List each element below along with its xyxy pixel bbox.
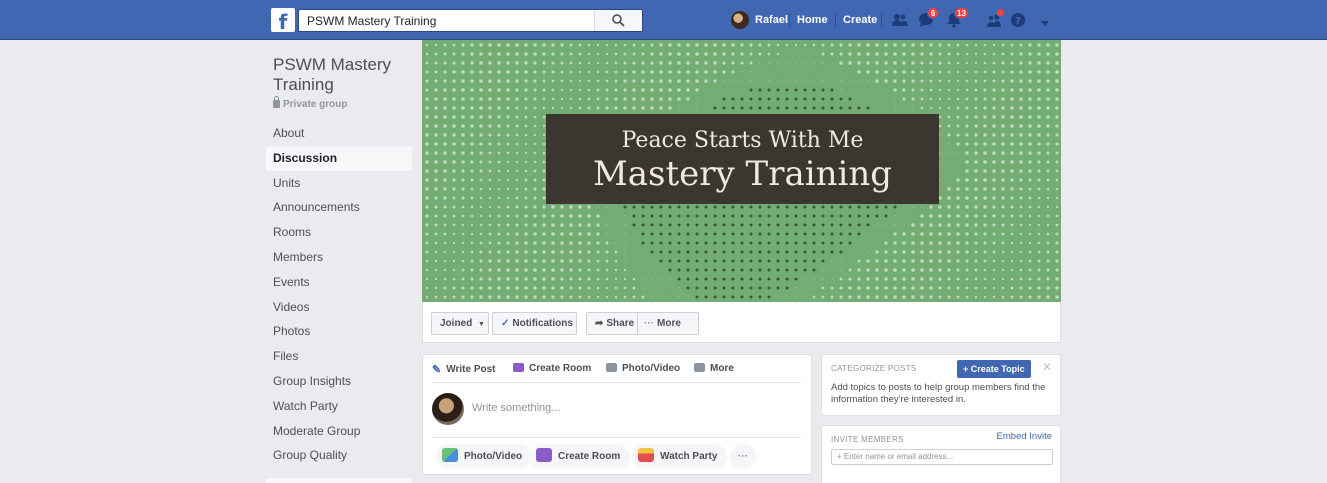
sidebar-item-watch-party[interactable]: Watch Party bbox=[266, 394, 412, 419]
tab-write-post-label: Write Post bbox=[446, 364, 496, 375]
checkmark-icon: ✓ bbox=[501, 318, 510, 329]
sidebar-item-events[interactable]: Events bbox=[266, 270, 412, 295]
groups-icon[interactable] bbox=[986, 8, 1005, 28]
more-options-button[interactable]: ··· bbox=[730, 444, 756, 469]
popcorn-icon bbox=[638, 448, 654, 462]
messenger-icon[interactable]: 6 bbox=[918, 7, 939, 28]
embed-invite-link[interactable]: Embed Invite bbox=[997, 431, 1052, 442]
more-label: More bbox=[657, 318, 681, 329]
sidebar-item-about[interactable]: About bbox=[266, 121, 412, 146]
lock-icon bbox=[273, 96, 280, 108]
search-icon bbox=[612, 14, 625, 27]
pencil-icon: ✎ bbox=[432, 364, 442, 376]
joined-button[interactable]: Joined ▼ bbox=[431, 312, 489, 335]
chevron-down-icon: ▼ bbox=[478, 321, 485, 328]
create-room-label: Create Room bbox=[558, 451, 621, 462]
more-grid-icon bbox=[694, 363, 705, 372]
sidebar-item-rooms[interactable]: Rooms bbox=[266, 220, 412, 245]
cover-title: Mastery Training bbox=[592, 154, 893, 194]
create-link[interactable]: Create bbox=[843, 14, 877, 26]
facebook-logo-icon[interactable]: f bbox=[271, 8, 295, 32]
share-arrow-icon: ➦ bbox=[595, 318, 604, 329]
help-icon[interactable]: ? bbox=[1010, 12, 1028, 28]
group-privacy-label: Private group bbox=[283, 99, 348, 110]
photo-video-label: Photo/Video bbox=[464, 451, 523, 462]
photo-video-icon bbox=[442, 448, 458, 462]
divider bbox=[881, 13, 882, 28]
notifications-badge: 13 bbox=[954, 7, 969, 19]
sidebar-item-members[interactable]: Members bbox=[266, 245, 412, 270]
notifications-button[interactable]: ✓ Notifications bbox=[492, 312, 577, 335]
card-description: Add topics to posts to help group member… bbox=[831, 382, 1046, 405]
watch-party-button[interactable]: Watch Party bbox=[632, 444, 728, 469]
card-title: INVITE MEMBERS bbox=[831, 435, 904, 444]
sidebar-item-videos[interactable]: Videos bbox=[266, 295, 412, 320]
sidebar-item-units[interactable]: Units bbox=[266, 171, 412, 196]
photo-icon bbox=[606, 363, 617, 372]
notifications-icon[interactable]: 13 bbox=[945, 7, 969, 28]
more-button[interactable]: ··· More bbox=[644, 313, 681, 334]
divider bbox=[433, 437, 801, 438]
cover-photo[interactable]: Peace Starts With Me Mastery Training bbox=[422, 40, 1061, 302]
close-icon[interactable]: ✕ bbox=[1042, 360, 1052, 374]
chevron-down-icon[interactable] bbox=[1040, 17, 1050, 26]
sidebar-item-moderate-group[interactable]: Moderate Group bbox=[266, 419, 412, 444]
sidebar-section bbox=[266, 478, 412, 483]
search-bar[interactable]: PSWM Mastery Training bbox=[298, 9, 643, 32]
search-input[interactable]: PSWM Mastery Training bbox=[307, 14, 436, 28]
tab-write-post[interactable]: ✎ Write Post bbox=[432, 363, 496, 376]
sidebar-item-files[interactable]: Files bbox=[266, 344, 412, 369]
top-navigation-bar: f PSWM Mastery Training Rafael Home Crea… bbox=[0, 0, 1327, 40]
sidebar-item-discussion[interactable]: Discussion bbox=[266, 145, 412, 171]
avatar bbox=[731, 11, 749, 29]
svg-text:?: ? bbox=[1015, 16, 1021, 27]
cover-title-box: Peace Starts With Me Mastery Training bbox=[546, 114, 939, 204]
tab-photo-video-label: Photo/Video bbox=[622, 363, 681, 374]
card-title: CATEGORIZE POSTS bbox=[831, 364, 917, 373]
avatar[interactable] bbox=[432, 393, 464, 425]
divider bbox=[835, 13, 836, 28]
tab-more-label: More bbox=[710, 363, 734, 374]
share-more-group: ➦ Share ··· More bbox=[586, 312, 699, 335]
group-sidebar-nav: About Discussion Units Announcements Roo… bbox=[266, 121, 412, 468]
categorize-posts-card: CATEGORIZE POSTS + Create Topic ✕ Add to… bbox=[821, 354, 1061, 416]
messages-badge: 6 bbox=[927, 7, 939, 19]
search-button[interactable] bbox=[594, 10, 642, 31]
friend-requests-icon[interactable] bbox=[891, 12, 909, 28]
group-action-bar: Joined ▼ ✓ Notifications ➦ Share ··· More bbox=[422, 302, 1061, 343]
joined-label: Joined bbox=[440, 318, 473, 329]
share-label: Share bbox=[606, 318, 635, 329]
cover-subtitle: Peace Starts With Me bbox=[621, 128, 864, 153]
divider bbox=[789, 13, 790, 28]
group-title[interactable]: PSWM Mastery Training bbox=[273, 55, 408, 95]
sidebar-item-announcements[interactable]: Announcements bbox=[266, 195, 412, 220]
post-input[interactable]: Write something... bbox=[472, 402, 560, 414]
post-composer: ✎ Write Post Create Room Photo/Video More… bbox=[422, 354, 812, 475]
watch-party-label: Watch Party bbox=[660, 451, 718, 462]
profile-name: Rafael bbox=[755, 14, 789, 26]
room-icon bbox=[513, 363, 524, 372]
tab-create-room[interactable]: Create Room bbox=[513, 363, 591, 374]
create-room-button[interactable]: Create Room bbox=[530, 444, 631, 469]
photo-video-button[interactable]: Photo/Video bbox=[436, 444, 533, 469]
room-icon bbox=[536, 448, 552, 462]
tab-create-room-label: Create Room bbox=[529, 363, 592, 374]
sidebar-item-photos[interactable]: Photos bbox=[266, 319, 412, 344]
group-privacy: Private group bbox=[273, 96, 348, 110]
sidebar-item-group-quality[interactable]: Group Quality bbox=[266, 443, 412, 468]
invite-members-card: INVITE MEMBERS Embed Invite + Enter name… bbox=[821, 425, 1061, 483]
divider bbox=[637, 313, 638, 334]
divider bbox=[433, 382, 801, 383]
home-link[interactable]: Home bbox=[797, 14, 828, 26]
share-button[interactable]: ➦ Share bbox=[595, 313, 634, 334]
tab-photo-video[interactable]: Photo/Video bbox=[606, 363, 680, 374]
groups-badge-dot bbox=[996, 8, 1005, 17]
create-topic-button[interactable]: + Create Topic bbox=[957, 360, 1031, 378]
tab-more[interactable]: More bbox=[694, 363, 734, 374]
more-dots-icon: ··· bbox=[644, 318, 654, 329]
sidebar-item-group-insights[interactable]: Group Insights bbox=[266, 369, 412, 394]
invite-input[interactable]: + Enter name or email address... bbox=[831, 449, 1053, 465]
notifications-label: Notifications bbox=[512, 318, 573, 329]
